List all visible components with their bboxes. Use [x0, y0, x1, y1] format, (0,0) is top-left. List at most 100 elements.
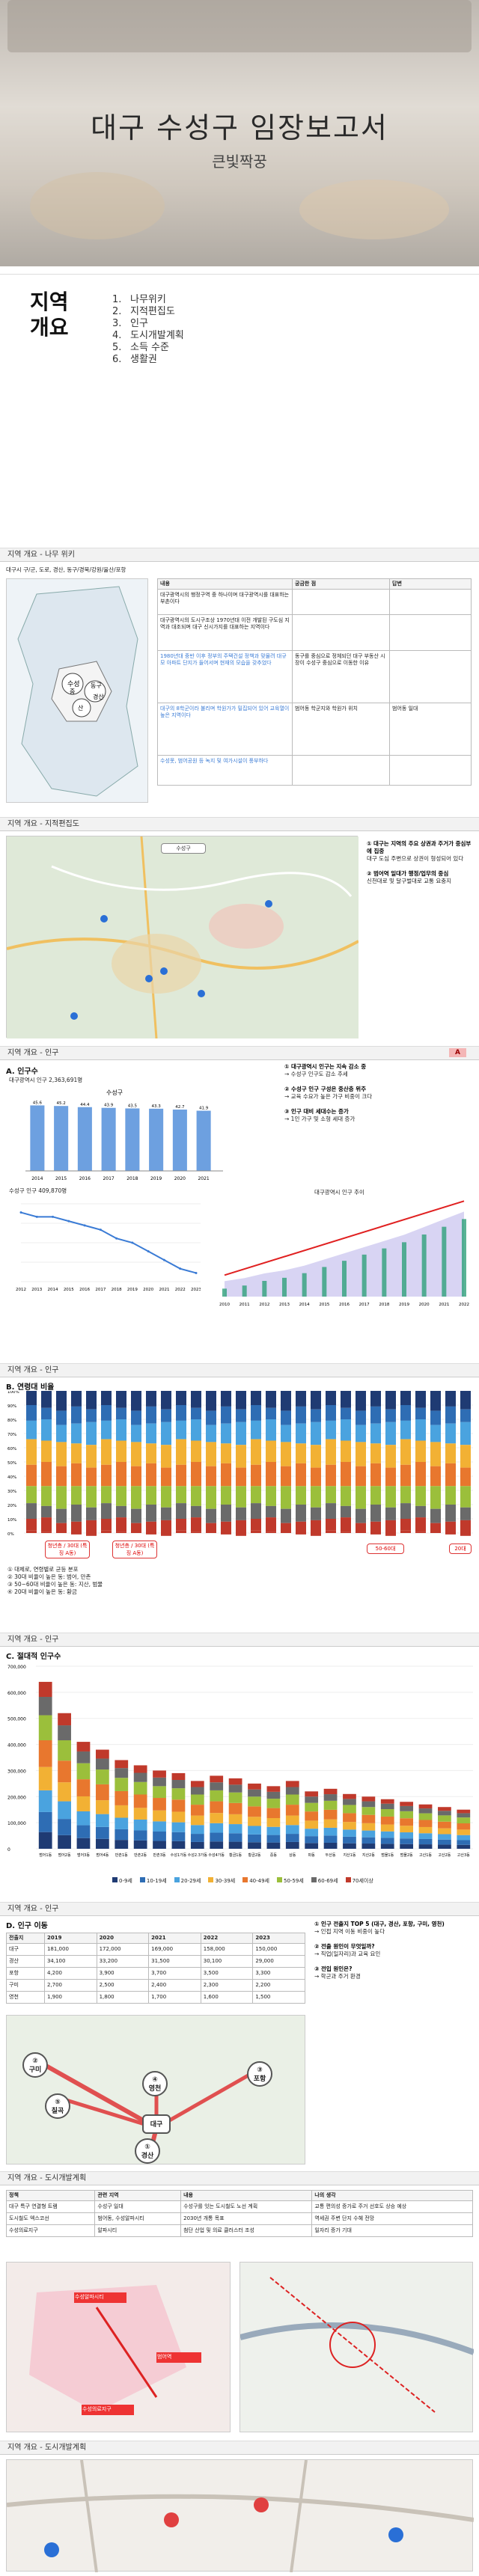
section-title: A. 인구수 — [6, 1068, 38, 1076]
x-tick-label: 범어1동 — [39, 1853, 52, 1858]
migration-node: ① 경산 — [135, 2138, 160, 2164]
stack-segment — [206, 1391, 216, 1411]
map-label: 중 — [70, 688, 75, 695]
stack-segment — [361, 1801, 376, 1808]
stack-segment — [281, 1425, 291, 1443]
population-notes: ① 대구광역시 인구는 지속 감소 중 → 수성구 인구도 감소 추세 ② 수성구… — [284, 1063, 373, 1122]
x-tick-label: 고산1동 — [419, 1853, 432, 1858]
overview-item: 6. 생활권 — [112, 354, 157, 365]
stack-segment — [457, 1817, 471, 1824]
stack-segment — [190, 1841, 204, 1849]
table-row: 대구의 8학군이라 불리며 학원가가 밀집되어 있어 교육열이 높은 지역이다 범… — [157, 703, 472, 756]
stack-segment — [95, 1758, 109, 1770]
stack-segment — [176, 1391, 186, 1405]
stack-segment — [146, 1521, 156, 1535]
bar — [322, 1267, 327, 1297]
x-tick-label: 2014 — [31, 1176, 43, 1181]
stack-segment — [356, 1486, 366, 1509]
highlight-label: 청년층 / 30대 (특징 A동) — [112, 1541, 157, 1558]
stack-segment — [115, 1778, 129, 1791]
table-row: 영천 1,900 1,800 1,700 1,600 1,500 — [6, 1991, 305, 2004]
x-tick-label: 2017 — [95, 1288, 106, 1292]
stack-segment — [236, 1507, 246, 1520]
stack-segment — [56, 1410, 67, 1425]
section-title: B. 연령대 비율 — [6, 1383, 55, 1392]
stack-segment — [457, 1840, 471, 1845]
stack-segment — [415, 1419, 426, 1441]
stack-segment — [221, 1406, 231, 1424]
stack-segment — [115, 1805, 129, 1818]
stack-segment — [38, 1715, 52, 1740]
stack-segment — [400, 1519, 411, 1531]
y-tick-label: 100% — [7, 1391, 19, 1395]
stack-segment — [343, 1813, 356, 1823]
stack-segment — [176, 1519, 186, 1531]
stack-segment — [228, 1841, 242, 1849]
stack-segment — [356, 1425, 366, 1443]
y-tick-label: 20% — [7, 1504, 16, 1508]
data-point — [83, 1224, 86, 1227]
migration-node: ⑤ 칠곡 — [45, 2093, 70, 2119]
stack-segment — [131, 1391, 141, 1411]
stack-segment — [341, 1391, 351, 1408]
city-population-line-chart: 2012 2013 2014 2015 2016 2017 2018 2019 2020 2021… — [16, 1203, 201, 1292]
stack-segment — [343, 1793, 356, 1799]
y-tick-label: 40% — [7, 1475, 16, 1480]
stack-segment — [58, 1725, 71, 1740]
stack-segment — [115, 1829, 129, 1841]
stack-segment — [361, 1796, 376, 1802]
note-detail: 신천대로 및 달구벌대로 교통 요충지 — [367, 878, 452, 884]
note-title: ② 범어역 일대가 행정/업무의 중심 — [367, 870, 449, 877]
stack-segment — [418, 1808, 433, 1814]
stack-segment — [86, 1507, 97, 1520]
highlight-label: 청년층 / 30대 (특징 A동) — [45, 1541, 90, 1558]
stack-segment — [101, 1405, 112, 1421]
y-tick-label: 50% — [7, 1461, 16, 1466]
stack-segment — [285, 1825, 299, 1835]
stack-segment — [133, 1772, 147, 1782]
stack-segment — [41, 1462, 52, 1487]
stack-segment — [153, 1831, 166, 1841]
stack-segment — [418, 1804, 433, 1809]
data-point — [99, 1229, 102, 1232]
x-tick-label: 2015 — [64, 1288, 74, 1292]
stack-segment — [266, 1440, 276, 1462]
stack-segment — [343, 1836, 356, 1844]
stack-segment — [323, 1794, 338, 1801]
stack-segment — [400, 1826, 414, 1833]
stack-segment — [221, 1443, 231, 1463]
stack-segment — [285, 1841, 299, 1849]
stack-segment — [370, 1406, 381, 1424]
stack-segment — [445, 1521, 456, 1535]
stack-segment — [101, 1420, 112, 1440]
data-label: 43.5 — [128, 1104, 138, 1108]
stack-segment — [445, 1391, 456, 1407]
stack-segment — [380, 1803, 394, 1810]
data-label: 43.9 — [104, 1104, 114, 1108]
stack-segment — [266, 1505, 276, 1518]
stack-segment — [153, 1798, 166, 1811]
stack-segment — [176, 1503, 186, 1519]
stack-segment — [38, 1740, 52, 1767]
legend-item: 50-59세 — [277, 1877, 304, 1885]
absolute-population-slide: 지역 개요 - 인구 C. 절대적 인구수 700,000 600,000 500,… — [0, 1633, 479, 1899]
stack-segment — [26, 1503, 37, 1519]
stack-segment — [281, 1466, 291, 1487]
stack-segment — [58, 1801, 71, 1820]
stack-segment — [305, 1820, 319, 1829]
section-tag: A — [449, 1048, 466, 1057]
stack-segment — [251, 1464, 261, 1487]
stack-segment — [457, 1809, 471, 1814]
stack-segment — [415, 1391, 426, 1408]
stack-segment — [228, 1784, 242, 1793]
stack-segment — [26, 1420, 37, 1440]
stack-segment — [361, 1814, 376, 1823]
stack-segment — [116, 1440, 126, 1462]
stack-segment — [58, 1740, 71, 1761]
population-slide: 지역 개요 - 인구 A A. 인구수 대구광역시 인구 2,363,691명 … — [0, 1046, 479, 1360]
stack-segment — [341, 1419, 351, 1441]
map-label: 산 — [78, 704, 84, 712]
stack-segment — [361, 1830, 376, 1838]
stack-segment — [285, 1794, 299, 1805]
slide-header: 지역 개요 - 인구 — [0, 1633, 479, 1647]
